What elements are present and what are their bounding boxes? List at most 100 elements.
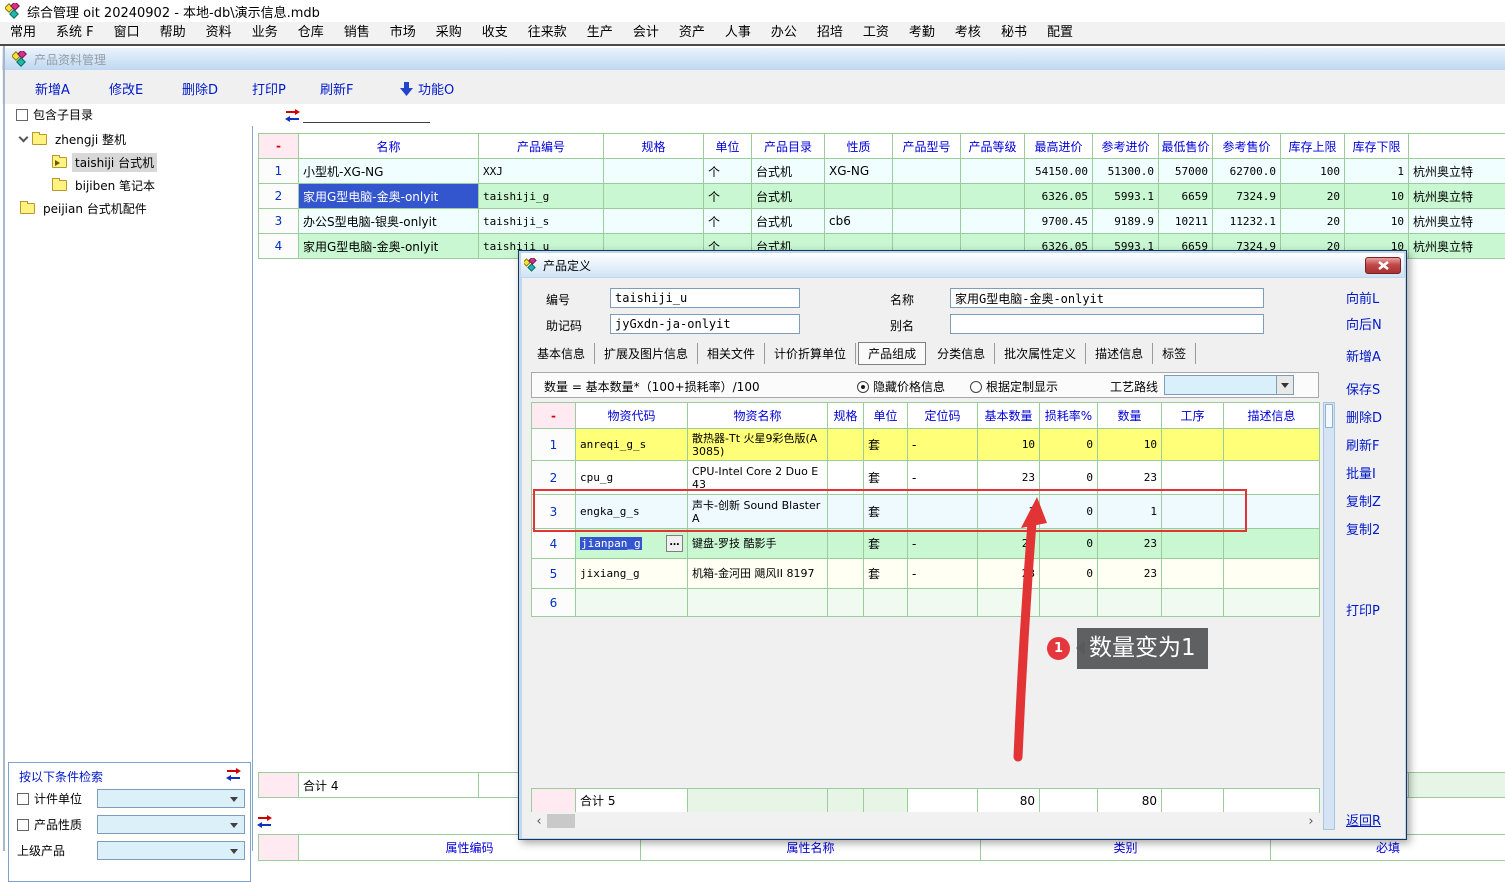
- column-header[interactable]: 基本数量: [978, 403, 1040, 429]
- name-field[interactable]: [950, 288, 1264, 308]
- menu-item[interactable]: 考核: [945, 22, 991, 44]
- column-header[interactable]: 规格: [828, 403, 864, 429]
- table-cell[interactable]: [1040, 589, 1098, 617]
- scroll-right-icon[interactable]: ›: [1303, 814, 1319, 829]
- column-header[interactable]: [1409, 134, 1505, 159]
- menu-item[interactable]: 生产: [577, 22, 623, 44]
- table-cell[interactable]: 23: [978, 559, 1040, 589]
- menu-item[interactable]: 资产: [669, 22, 715, 44]
- table-cell[interactable]: -: [908, 559, 978, 589]
- column-header[interactable]: 产品编号: [479, 134, 604, 159]
- tab-批次属性定义[interactable]: 批次属性定义: [995, 343, 1086, 364]
- tab-产品组成[interactable]: 产品组成: [858, 342, 926, 365]
- table-cell[interactable]: anreqi_g_s: [576, 429, 688, 461]
- table-cell[interactable]: 57000: [1159, 159, 1213, 184]
- table-cell[interactable]: 个: [704, 209, 752, 234]
- table-cell[interactable]: [961, 159, 1025, 184]
- sidebar-item-zhengji[interactable]: zhengji 整机: [8, 128, 250, 151]
- table-cell[interactable]: [1224, 429, 1320, 461]
- radio-hide-price[interactable]: 隐藏价格信息: [857, 378, 945, 395]
- table-cell[interactable]: [1098, 589, 1162, 617]
- column-header[interactable]: 库存下限: [1345, 134, 1409, 159]
- column-header[interactable]: 损耗率%: [1040, 403, 1098, 429]
- table-cell[interactable]: 台式机: [752, 159, 825, 184]
- table-cell[interactable]: [961, 209, 1025, 234]
- table-cell[interactable]: 套: [864, 429, 908, 461]
- table-cell[interactable]: 套: [864, 529, 908, 559]
- table-cell[interactable]: [604, 209, 704, 234]
- table-cell[interactable]: 0: [1040, 529, 1098, 559]
- table-cell[interactable]: 3: [259, 209, 299, 234]
- table-cell[interactable]: 10: [1345, 184, 1409, 209]
- table-cell[interactable]: 7324.9: [1213, 184, 1281, 209]
- table-cell[interactable]: [893, 184, 961, 209]
- menu-item[interactable]: 配置: [1037, 22, 1083, 44]
- table-cell[interactable]: 1: [1345, 159, 1409, 184]
- expander-icon[interactable]: [19, 133, 29, 143]
- vertical-scrollbar[interactable]: [1323, 402, 1335, 830]
- route-combobox[interactable]: [1164, 375, 1294, 395]
- table-cell[interactable]: 1: [532, 429, 576, 461]
- dialog-button-7[interactable]: 批量I: [1346, 463, 1376, 482]
- table-cell[interactable]: 10: [1098, 429, 1162, 461]
- menu-item[interactable]: 资料: [196, 22, 242, 44]
- column-header[interactable]: 物资名称: [688, 403, 828, 429]
- table-cell[interactable]: 23: [1098, 559, 1162, 589]
- table-cell[interactable]: 家用G型电脑-金奥-onlyit: [299, 234, 479, 259]
- dialog-button-3[interactable]: 新增A: [1346, 346, 1381, 365]
- checkbox-icon[interactable]: [17, 819, 29, 831]
- menu-item[interactable]: 招培: [807, 22, 853, 44]
- sidebar-item-peijian[interactable]: peijian 台式机配件: [8, 197, 250, 220]
- table-cell[interactable]: 杭州奥立特: [1409, 234, 1505, 259]
- menu-item[interactable]: 采购: [426, 22, 472, 44]
- tab-计价折算单位[interactable]: 计价折算单位: [765, 343, 856, 364]
- menu-item[interactable]: 收支: [472, 22, 518, 44]
- scroll-thumb[interactable]: [1325, 404, 1333, 428]
- table-cell[interactable]: 小型机-XG-NG: [299, 159, 479, 184]
- table-cell[interactable]: [604, 184, 704, 209]
- table-cell[interactable]: taishiji_g: [479, 184, 604, 209]
- menu-item[interactable]: 常用: [0, 22, 46, 44]
- include-subdir-checkbox[interactable]: 包含子目录: [16, 106, 93, 123]
- tab-分类信息[interactable]: 分类信息: [928, 343, 995, 364]
- table-cell[interactable]: 54150.00: [1025, 159, 1093, 184]
- quick-filter-field[interactable]: [303, 107, 430, 123]
- menu-item[interactable]: 考勤: [899, 22, 945, 44]
- table-cell[interactable]: 10211: [1159, 209, 1213, 234]
- menu-item[interactable]: 往来款: [518, 22, 577, 44]
- table-cell[interactable]: 个: [704, 184, 752, 209]
- column-header[interactable]: 规格: [604, 134, 704, 159]
- tab-相关文件[interactable]: 相关文件: [698, 343, 765, 364]
- table-cell[interactable]: cb6: [825, 209, 893, 234]
- table-cell[interactable]: [576, 589, 688, 617]
- table-cell[interactable]: 个: [704, 159, 752, 184]
- table-cell[interactable]: 散热器-Tt 火星9彩色版(A3085): [688, 429, 828, 461]
- radio-custom-display[interactable]: 根据定制显示: [970, 378, 1058, 395]
- checkbox-icon[interactable]: [17, 793, 29, 805]
- table-cell[interactable]: 9700.45: [1025, 209, 1093, 234]
- table-cell[interactable]: XXJ: [479, 159, 604, 184]
- table-cell[interactable]: [828, 529, 864, 559]
- menu-item[interactable]: 系统 F: [46, 22, 104, 44]
- scroll-left-icon[interactable]: ‹: [531, 814, 547, 829]
- table-cell[interactable]: 62700.0: [1213, 159, 1281, 184]
- table-cell[interactable]: 23: [978, 529, 1040, 559]
- dialog-button-2[interactable]: 向后N: [1346, 314, 1382, 333]
- tab-描述信息[interactable]: 描述信息: [1086, 343, 1153, 364]
- table-cell[interactable]: 杭州奥立特: [1409, 184, 1505, 209]
- table-cell[interactable]: [1162, 529, 1224, 559]
- dialog-button-5[interactable]: 删除D: [1346, 407, 1382, 426]
- table-cell[interactable]: 11232.1: [1213, 209, 1281, 234]
- column-header[interactable]: 单位: [864, 403, 908, 429]
- table-cell[interactable]: 家用G型电脑-金奥-onlyit: [299, 184, 479, 209]
- table-cell[interactable]: 10: [1345, 209, 1409, 234]
- menu-item[interactable]: 窗口: [104, 22, 150, 44]
- table-cell[interactable]: 6659: [1159, 184, 1213, 209]
- scroll-thumb[interactable]: [547, 814, 575, 828]
- menu-item[interactable]: 仓库: [288, 22, 334, 44]
- filter-combobox[interactable]: [97, 789, 245, 808]
- table-cell[interactable]: 23: [1098, 529, 1162, 559]
- dialog-button-10[interactable]: 打印P: [1346, 600, 1380, 619]
- column-header[interactable]: 描述信息: [1224, 403, 1320, 429]
- table-cell[interactable]: 6326.05: [1025, 184, 1093, 209]
